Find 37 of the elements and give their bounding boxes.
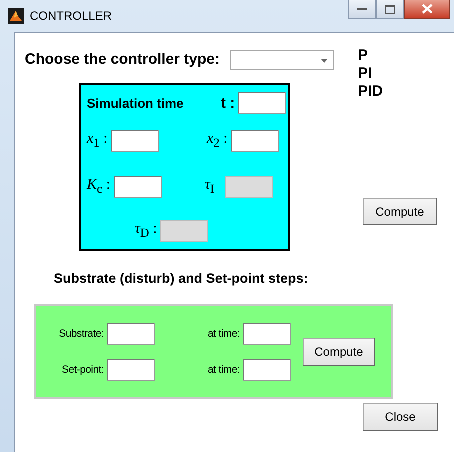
step-label: Substrate: — [58, 328, 104, 340]
close-button[interactable]: Close — [363, 403, 438, 431]
parameter-field[interactable] — [230, 130, 279, 152]
minimize-button[interactable] — [348, 0, 376, 19]
parameter-field[interactable] — [238, 92, 286, 114]
step-time-field[interactable] — [243, 358, 291, 380]
step-time-label: at time: — [206, 364, 240, 376]
parameter-label: τ$_{D}$ : — [135, 221, 158, 241]
parameter-label: x$_{2}$ : — [207, 131, 228, 151]
compute-button[interactable]: Compute — [363, 198, 437, 225]
caret-icon — [321, 59, 328, 63]
window-title: CONTROLLER — [30, 9, 112, 23]
parameter-label: K$_{c}$ : — [87, 177, 110, 197]
maximize-icon — [385, 4, 395, 14]
controller-type-dropdown[interactable] — [230, 50, 334, 70]
parameter-label: x$_{1}$ : — [87, 131, 108, 151]
step-label: Set-point: — [61, 364, 104, 376]
simulation-time-label: Simulation time — [87, 96, 185, 110]
close-icon — [422, 4, 432, 14]
close-button[interactable] — [404, 0, 450, 19]
controller-option-text: PI — [358, 65, 374, 83]
compute-button[interactable]: Compute — [303, 338, 375, 366]
step-value-field[interactable] — [107, 358, 155, 380]
minimize-icon — [357, 7, 367, 11]
parameter-label: τ$_{I}$ — [205, 177, 215, 197]
app-logo-icon — [8, 8, 24, 24]
step-time-label: at time: — [206, 328, 240, 340]
step-value-field[interactable] — [107, 322, 155, 344]
maximize-button[interactable] — [376, 0, 404, 19]
parameter-field[interactable] — [114, 176, 162, 198]
steps-heading: Substrate (disturb) and Set-point steps: — [54, 271, 310, 286]
controller-option-text: PID — [358, 83, 384, 101]
step-time-field[interactable] — [243, 322, 291, 344]
controller-option-text: P — [358, 47, 370, 65]
parameter-label: t : — [221, 94, 236, 112]
controller-type-label: Choose the controller type: — [25, 51, 220, 68]
parameter-field[interactable] — [110, 130, 159, 152]
